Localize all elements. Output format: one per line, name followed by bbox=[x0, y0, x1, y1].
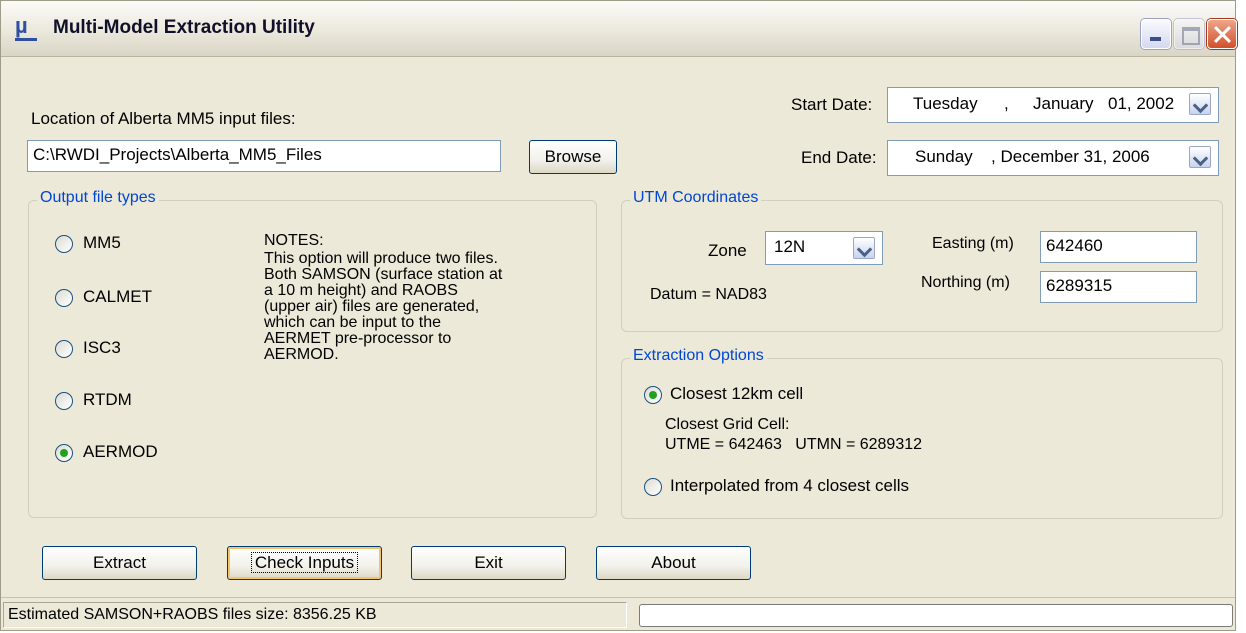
start-weekday: Tuesday bbox=[913, 94, 978, 113]
radio-label-calmet: CALMET bbox=[83, 287, 152, 306]
zone-label: Zone bbox=[708, 241, 747, 260]
end-weekday: Sunday bbox=[915, 147, 973, 166]
radio-label-closest-cell: Closest 12km cell bbox=[670, 384, 804, 403]
output-file-types-title: Output file types bbox=[37, 189, 159, 207]
radio-label-aermod: AERMOD bbox=[83, 442, 158, 461]
extraction-options-group: Extraction Options Closest 12km cell Clo… bbox=[621, 347, 1223, 519]
start-date-picker[interactable]: Tuesday , January 01, 2002 bbox=[887, 87, 1219, 123]
start-date-label: Start Date: bbox=[791, 95, 873, 114]
title-bar[interactable]: µ Multi-Model Extraction Utility bbox=[1, 1, 1237, 57]
zone-value: 12N bbox=[774, 237, 806, 256]
end-date-label: End Date: bbox=[801, 148, 877, 167]
end-date-picker[interactable]: Sunday , December 31, 2006 bbox=[887, 140, 1219, 176]
check-inputs-label: Check Inputs bbox=[250, 552, 359, 573]
status-text: Estimated SAMSON+RAOBS files size: 8356.… bbox=[3, 602, 627, 628]
close-button[interactable] bbox=[1207, 19, 1237, 49]
end-date-rest: , December 31, 2006 bbox=[991, 147, 1150, 166]
closest-grid-cell-label: Closest Grid Cell: bbox=[665, 416, 790, 433]
easting-label: Easting (m) bbox=[932, 235, 1014, 252]
progress-bar bbox=[639, 604, 1233, 627]
chevron-down-icon[interactable] bbox=[1189, 93, 1211, 115]
northing-label: Northing (m) bbox=[921, 274, 1010, 291]
input-location-field[interactable]: C:\RWDI_Projects\Alberta_MM5_Files bbox=[27, 140, 501, 172]
maximize-button[interactable] bbox=[1174, 19, 1204, 49]
datum-label: Datum = NAD83 bbox=[650, 286, 767, 303]
window-title: Multi-Model Extraction Utility bbox=[53, 17, 315, 38]
radio-label-mm5: MM5 bbox=[83, 233, 121, 252]
radio-aermod[interactable] bbox=[55, 444, 73, 462]
notes-heading: NOTES: bbox=[264, 232, 324, 249]
radio-rtdm[interactable] bbox=[55, 392, 73, 410]
extract-button[interactable]: Extract bbox=[42, 546, 197, 580]
radio-interpolated[interactable] bbox=[644, 478, 662, 496]
status-bar: Estimated SAMSON+RAOBS files size: 8356.… bbox=[1, 597, 1235, 630]
radio-mm5[interactable] bbox=[55, 235, 73, 253]
minimize-button[interactable] bbox=[1141, 19, 1171, 49]
about-button[interactable]: About bbox=[596, 546, 751, 580]
radio-isc3[interactable] bbox=[55, 340, 73, 358]
radio-label-interpolated: Interpolated from 4 closest cells bbox=[670, 476, 910, 495]
main-window: µ Multi-Model Extraction Utility Locatio… bbox=[0, 0, 1237, 631]
output-file-types-group: Output file types MM5 CALMET ISC3 RTDM A… bbox=[28, 189, 597, 518]
utm-coordinates-title: UTM Coordinates bbox=[630, 189, 762, 207]
radio-label-isc3: ISC3 bbox=[83, 338, 121, 357]
radio-closest-cell[interactable] bbox=[644, 386, 662, 404]
zone-select[interactable]: 12N bbox=[765, 231, 883, 265]
northing-field[interactable]: 6289315 bbox=[1040, 271, 1197, 303]
extraction-options-title: Extraction Options bbox=[630, 347, 767, 365]
start-month: January bbox=[1033, 94, 1094, 113]
radio-calmet[interactable] bbox=[55, 289, 73, 307]
browse-button[interactable]: Browse bbox=[529, 140, 617, 174]
input-location-label: Location of Alberta MM5 input files: bbox=[31, 109, 296, 128]
chevron-down-icon[interactable] bbox=[853, 237, 875, 259]
easting-field[interactable]: 642460 bbox=[1040, 231, 1197, 263]
start-day-year: 01, 2002 bbox=[1108, 94, 1175, 113]
check-inputs-button[interactable]: Check Inputs bbox=[227, 546, 382, 580]
closest-grid-cell-values: UTME = 642463 UTMN = 6289312 bbox=[665, 436, 923, 453]
start-separator: , bbox=[1004, 94, 1009, 113]
exit-button[interactable]: Exit bbox=[411, 546, 566, 580]
app-icon: µ bbox=[15, 15, 41, 41]
radio-label-rtdm: RTDM bbox=[83, 390, 132, 409]
chevron-down-icon[interactable] bbox=[1189, 146, 1211, 168]
utm-coordinates-group: UTM Coordinates Zone 12N Datum = NAD83 E… bbox=[621, 189, 1223, 332]
notes-text: This option will produce two files. Both… bbox=[264, 250, 503, 363]
